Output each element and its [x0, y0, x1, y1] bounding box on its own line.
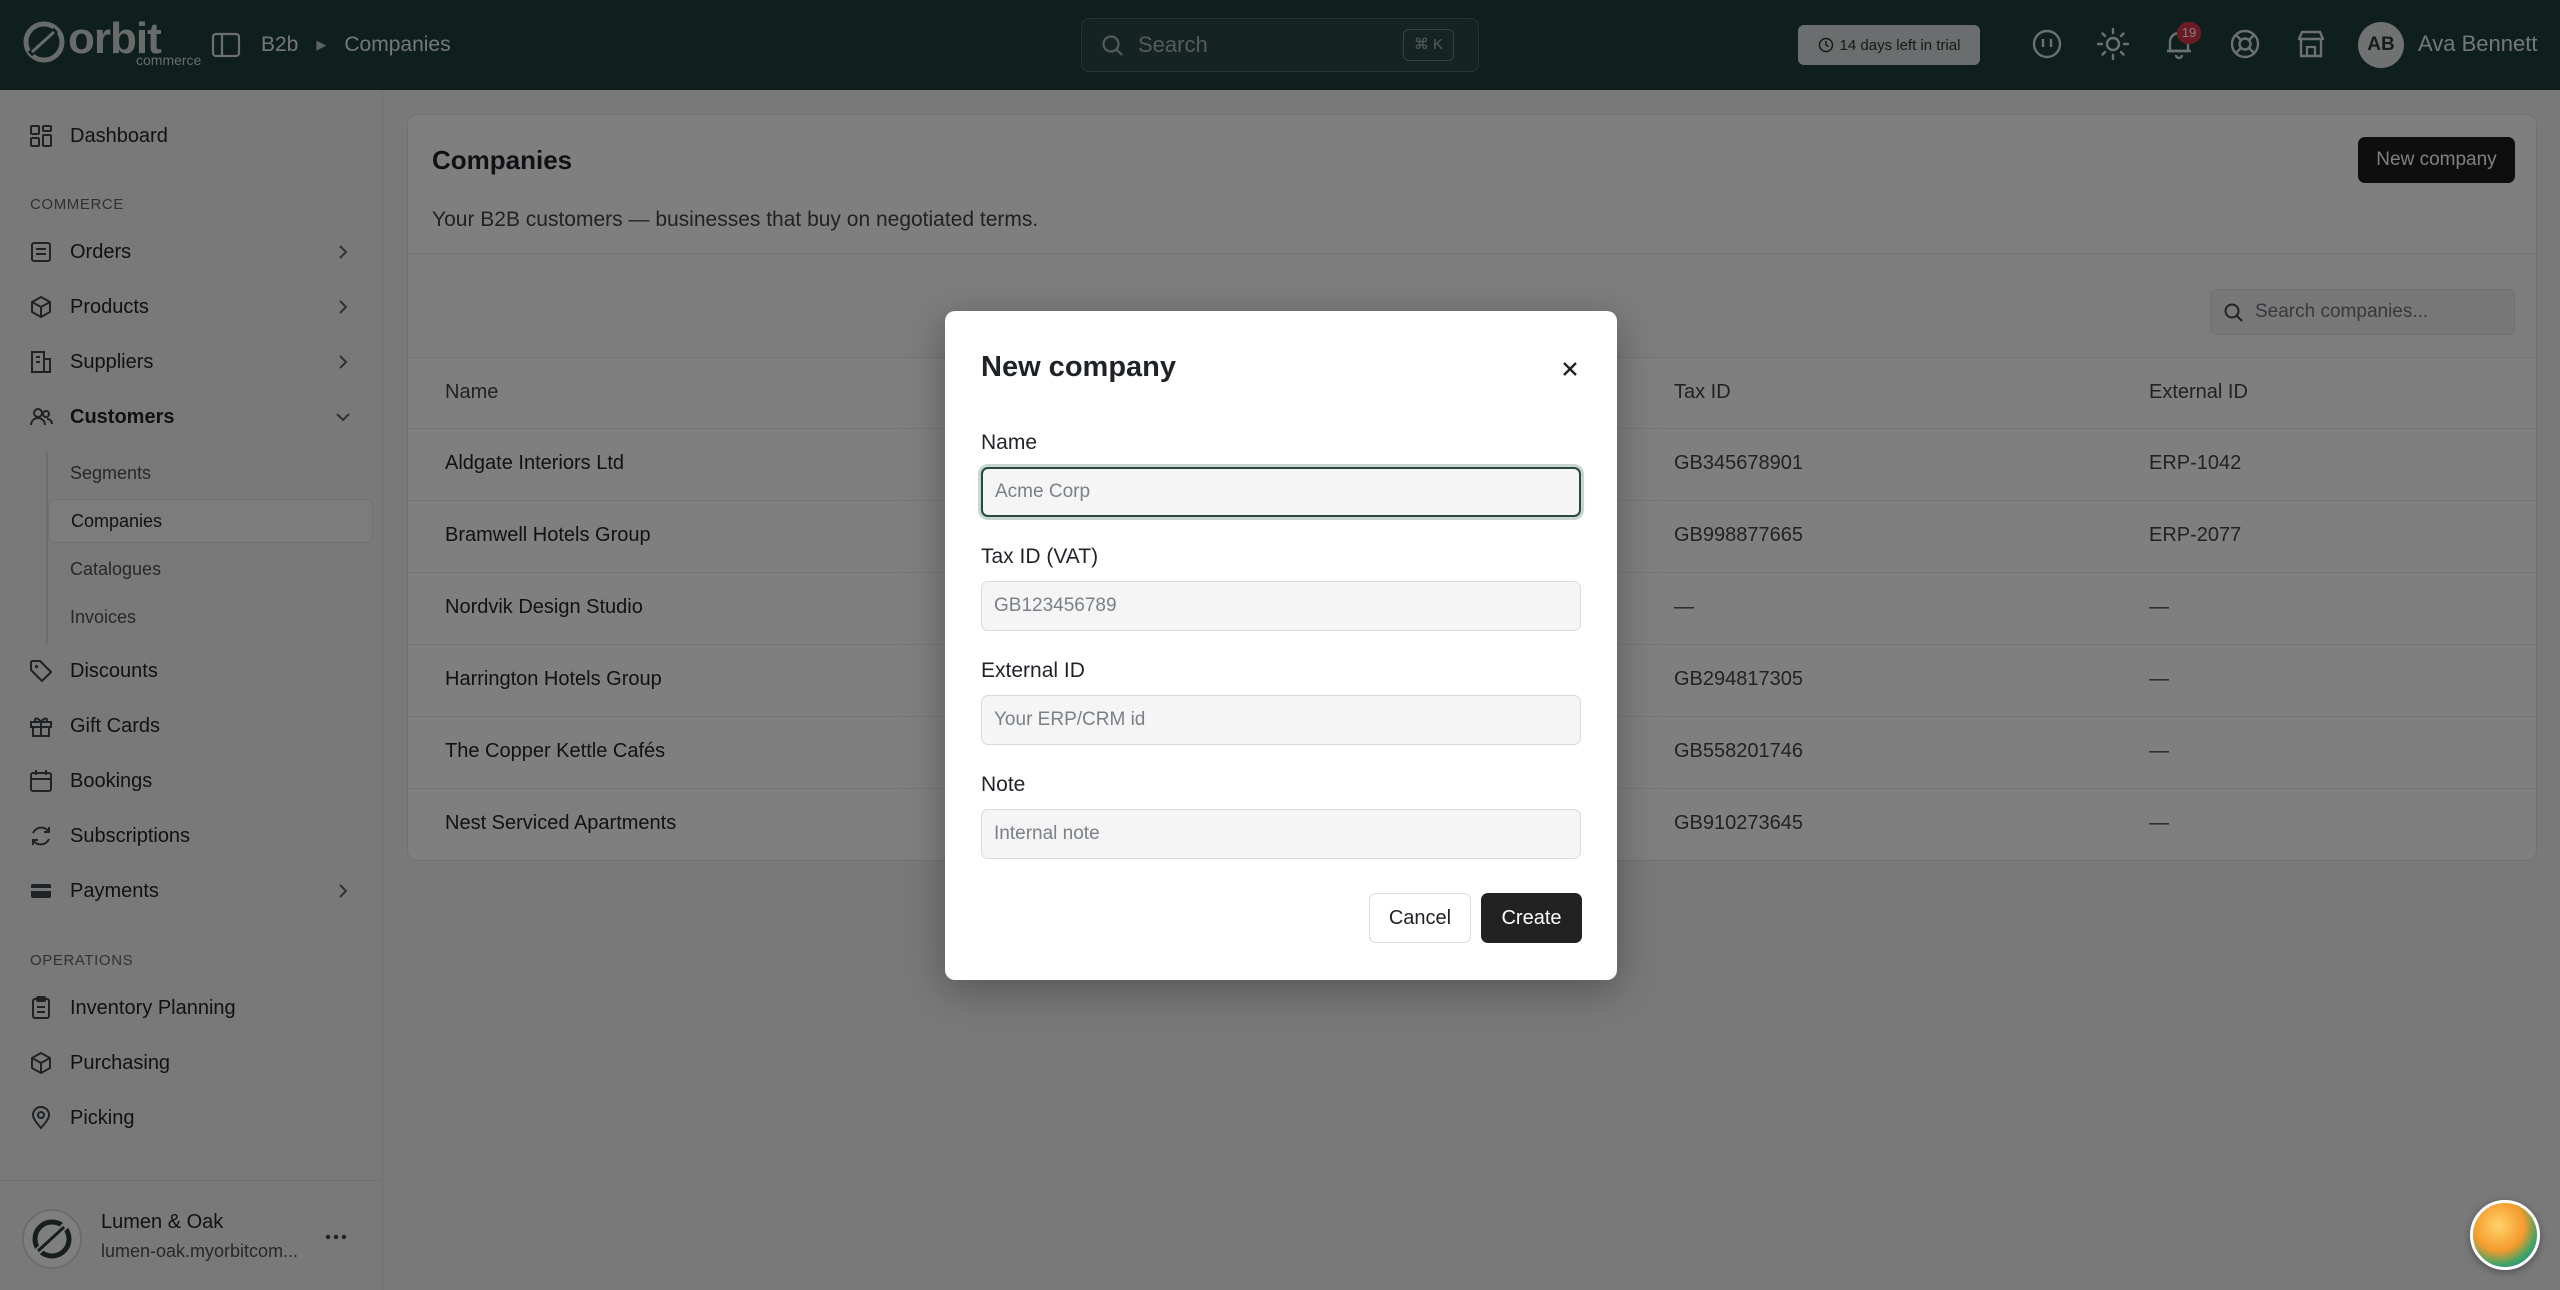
tax-id-input[interactable] — [981, 581, 1581, 631]
note-label: Note — [981, 773, 1026, 796]
company-name-input[interactable] — [981, 467, 1581, 517]
external-id-label: External ID — [981, 659, 1085, 682]
chat-launcher-avatar[interactable] — [2470, 1200, 2540, 1270]
tax-id-label: Tax ID (VAT) — [981, 545, 1099, 568]
close-icon[interactable] — [1557, 356, 1583, 382]
dialog-title: New company — [981, 351, 1176, 383]
cancel-button[interactable]: Cancel — [1369, 893, 1471, 943]
create-button[interactable]: Create — [1481, 893, 1582, 943]
name-label: Name — [981, 431, 1038, 454]
external-id-input[interactable] — [981, 695, 1581, 745]
note-input[interactable] — [981, 809, 1581, 859]
new-company-dialog: New company Name Tax ID (VAT) External I… — [945, 311, 1617, 980]
